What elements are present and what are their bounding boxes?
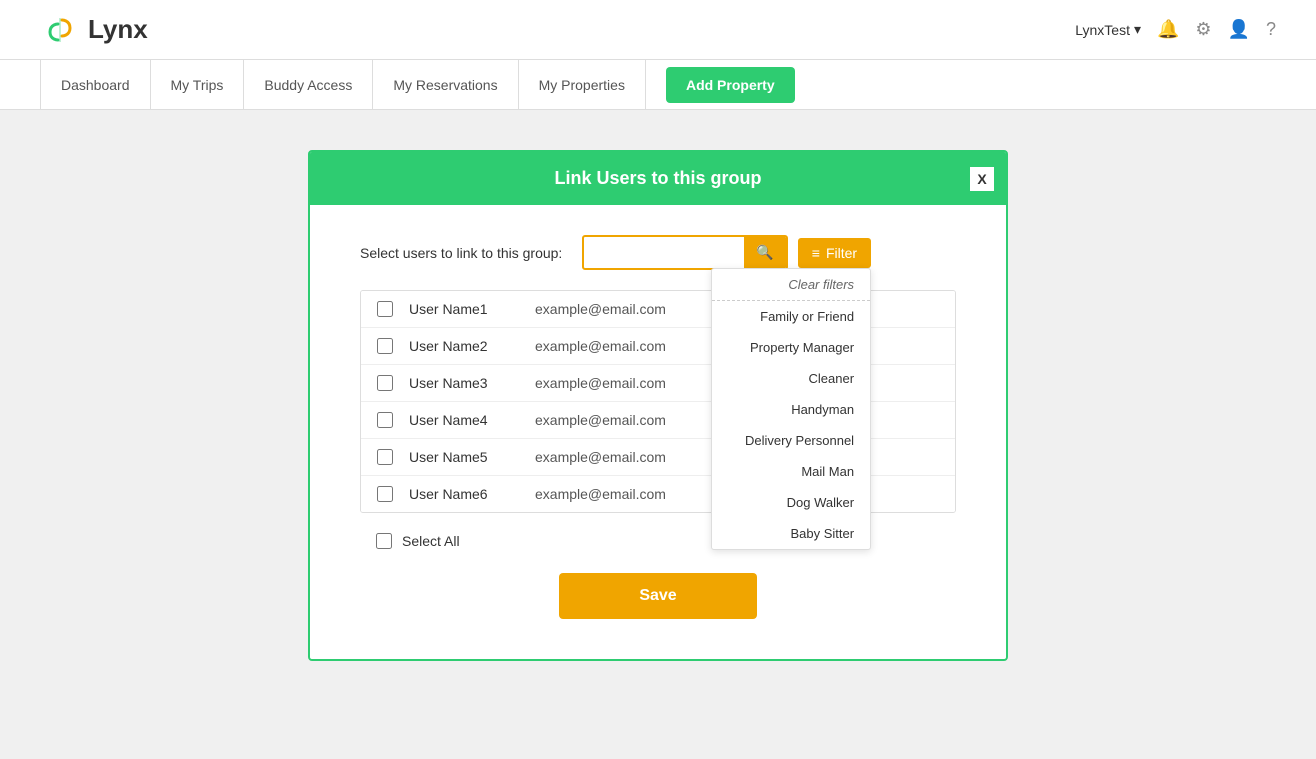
user-email-2: example@email.com	[535, 338, 695, 354]
logo-icon	[40, 10, 80, 50]
modal-body: Select users to link to this group: 🔍 ≡ …	[310, 205, 1006, 659]
filter-item-handyman[interactable]: Handyman	[712, 394, 870, 425]
filter-dropdown-wrap: ≡ Filter Clear filters Family or Friend …	[798, 238, 871, 268]
user-checkbox-3[interactable]	[377, 375, 393, 391]
user-name-dropdown[interactable]: LynxTest ▾	[1075, 21, 1141, 38]
nav-item-my-properties[interactable]: My Properties	[519, 60, 646, 110]
link-users-modal: Link Users to this group X Select users …	[308, 150, 1008, 661]
select-all-label: Select All	[402, 533, 460, 549]
modal-title: Link Users to this group	[554, 168, 761, 189]
search-input-wrap: 🔍	[582, 235, 787, 270]
filter-item-delivery-personnel[interactable]: Delivery Personnel	[712, 425, 870, 456]
search-button[interactable]: 🔍	[744, 237, 785, 268]
user-checkbox-2[interactable]	[377, 338, 393, 354]
user-checkbox-6[interactable]	[377, 486, 393, 502]
user-checkbox-1[interactable]	[377, 301, 393, 317]
user-name-cell-1: User Name1	[409, 301, 519, 317]
filter-item-family-friend[interactable]: Family or Friend	[712, 301, 870, 332]
user-email-3: example@email.com	[535, 375, 695, 391]
user-email-4: example@email.com	[535, 412, 695, 428]
search-input[interactable]	[584, 239, 744, 267]
modal-header: Link Users to this group X	[310, 152, 1006, 205]
user-name-cell-3: User Name3	[409, 375, 519, 391]
notification-icon[interactable]: 🔔	[1157, 19, 1179, 40]
filter-label: Filter	[826, 245, 857, 261]
nav-item-dashboard[interactable]: Dashboard	[40, 60, 151, 110]
settings-icon[interactable]: ⚙	[1195, 19, 1211, 40]
nav-item-my-trips[interactable]: My Trips	[151, 60, 245, 110]
filter-item-baby-sitter[interactable]: Baby Sitter	[712, 518, 870, 549]
filter-item-dog-walker[interactable]: Dog Walker	[712, 487, 870, 518]
user-checkbox-5[interactable]	[377, 449, 393, 465]
modal-close-button[interactable]: X	[970, 167, 994, 191]
profile-icon[interactable]: 👤	[1228, 19, 1250, 40]
help-icon[interactable]: ?	[1266, 19, 1276, 40]
header: Lynx LynxTest ▾ 🔔 ⚙ 👤 ?	[0, 0, 1316, 60]
filter-icon: ≡	[812, 245, 820, 261]
filter-clear-item[interactable]: Clear filters	[712, 269, 870, 301]
search-area: Select users to link to this group: 🔍 ≡ …	[360, 235, 956, 270]
user-name-cell-6: User Name6	[409, 486, 519, 502]
filter-item-mail-man[interactable]: Mail Man	[712, 456, 870, 487]
filter-button[interactable]: ≡ Filter	[798, 238, 871, 268]
save-wrap: Save	[360, 573, 956, 619]
user-email-5: example@email.com	[535, 449, 695, 465]
user-checkbox-4[interactable]	[377, 412, 393, 428]
filter-item-property-manager[interactable]: Property Manager	[712, 332, 870, 363]
user-email-1: example@email.com	[535, 301, 695, 317]
select-all-checkbox[interactable]	[376, 533, 392, 549]
nav-item-buddy-access[interactable]: Buddy Access	[244, 60, 373, 110]
user-name-cell-2: User Name2	[409, 338, 519, 354]
user-name-cell-4: User Name4	[409, 412, 519, 428]
page-content: Link Users to this group X Select users …	[0, 110, 1316, 701]
app-logo-text: Lynx	[88, 14, 148, 45]
filter-dropdown: Clear filters Family or Friend Property …	[711, 268, 871, 550]
user-name-cell-5: User Name5	[409, 449, 519, 465]
header-right: LynxTest ▾ 🔔 ⚙ 👤 ?	[1075, 19, 1276, 40]
nav-item-my-reservations[interactable]: My Reservations	[373, 60, 518, 110]
user-email-6: example@email.com	[535, 486, 695, 502]
logo-area: Lynx	[40, 10, 148, 50]
save-button[interactable]: Save	[559, 573, 756, 619]
search-label: Select users to link to this group:	[360, 245, 562, 261]
nav-bar: Dashboard My Trips Buddy Access My Reser…	[0, 60, 1316, 110]
add-property-button[interactable]: Add Property	[666, 67, 795, 103]
filter-item-cleaner[interactable]: Cleaner	[712, 363, 870, 394]
